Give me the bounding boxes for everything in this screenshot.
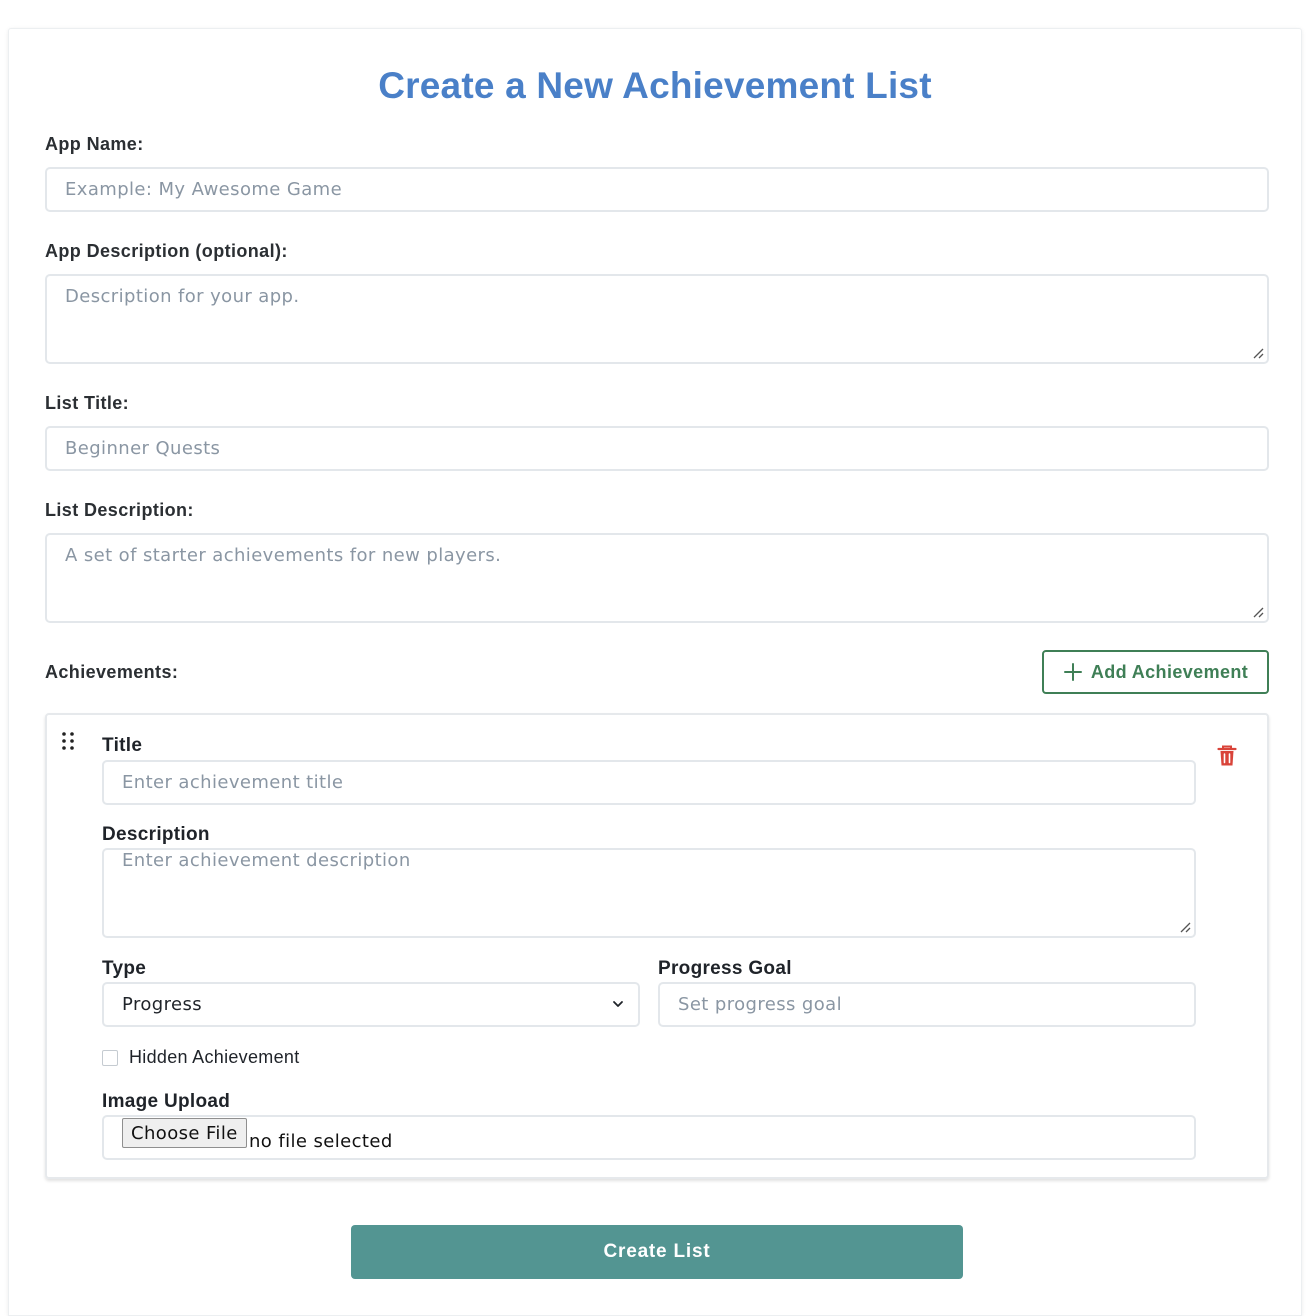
app-description-label: App Description (optional): [45,241,288,261]
list-description-textarea[interactable]: A set of starter achievements for new pl… [45,533,1269,623]
resize-handle-icon[interactable] [1179,921,1191,933]
choose-file-button[interactable]: Choose File [122,1118,247,1148]
achievement-title-label: Title [102,735,143,756]
list-description-label: List Description: [45,500,194,520]
achievement-description-label: Description [102,824,210,845]
create-list-button[interactable]: Create List [351,1225,963,1279]
achievement-description-textarea[interactable]: Enter achievement description [102,848,1196,938]
plus-icon [1063,663,1082,681]
chevron-down-icon [613,1001,623,1007]
drag-handle-icon[interactable] [61,731,75,751]
app-description-textarea[interactable]: Description for your app. [45,274,1269,364]
type-select[interactable]: Progress [102,982,640,1027]
add-achievement-button[interactable]: Add Achievement [1042,650,1269,694]
app-name-placeholder: Example: My Awesome Game [65,179,343,200]
achievement-title-placeholder: Enter achievement title [122,772,344,793]
app-name-input[interactable]: Example: My Awesome Game [45,167,1269,212]
achievement-title-input[interactable]: Enter achievement title [102,760,1196,805]
list-title-label: List Title: [45,393,130,413]
hidden-achievement-checkbox[interactable] [102,1050,118,1066]
app-name-label: App Name: [45,134,144,154]
image-upload-label: Image Upload [102,1091,231,1112]
hidden-achievement-label: Hidden Achievement [129,1047,300,1067]
form-card: Create a New Achievement List App Name: … [8,28,1302,1316]
trash-icon[interactable] [1217,745,1237,767]
app-description-placeholder: Description for your app. [65,286,300,307]
type-label: Type [102,958,147,979]
create-list-label: Create List [603,1241,711,1262]
progress-goal-input[interactable]: Set progress goal [658,982,1196,1027]
resize-handle-icon[interactable] [1252,347,1264,359]
page-title: Create a New Achievement List [378,65,932,106]
list-title-placeholder: Beginner Quests [65,438,221,459]
add-achievement-label: Add Achievement [1090,661,1249,682]
achievement-item: Title Enter achievement title Descriptio… [45,713,1269,1179]
resize-handle-icon[interactable] [1252,606,1264,618]
progress-goal-label: Progress Goal [658,958,792,979]
list-description-placeholder: A set of starter achievements for new pl… [65,545,502,566]
image-upload-field: Choose File no file selected [102,1115,1196,1160]
type-select-value: Progress [122,994,203,1015]
list-title-input[interactable]: Beginner Quests [45,426,1269,471]
achievements-label: Achievements: [45,662,179,682]
file-status-text: no file selected [249,1131,393,1152]
progress-goal-placeholder: Set progress goal [678,994,842,1015]
achievement-description-placeholder: Enter achievement description [122,850,411,871]
